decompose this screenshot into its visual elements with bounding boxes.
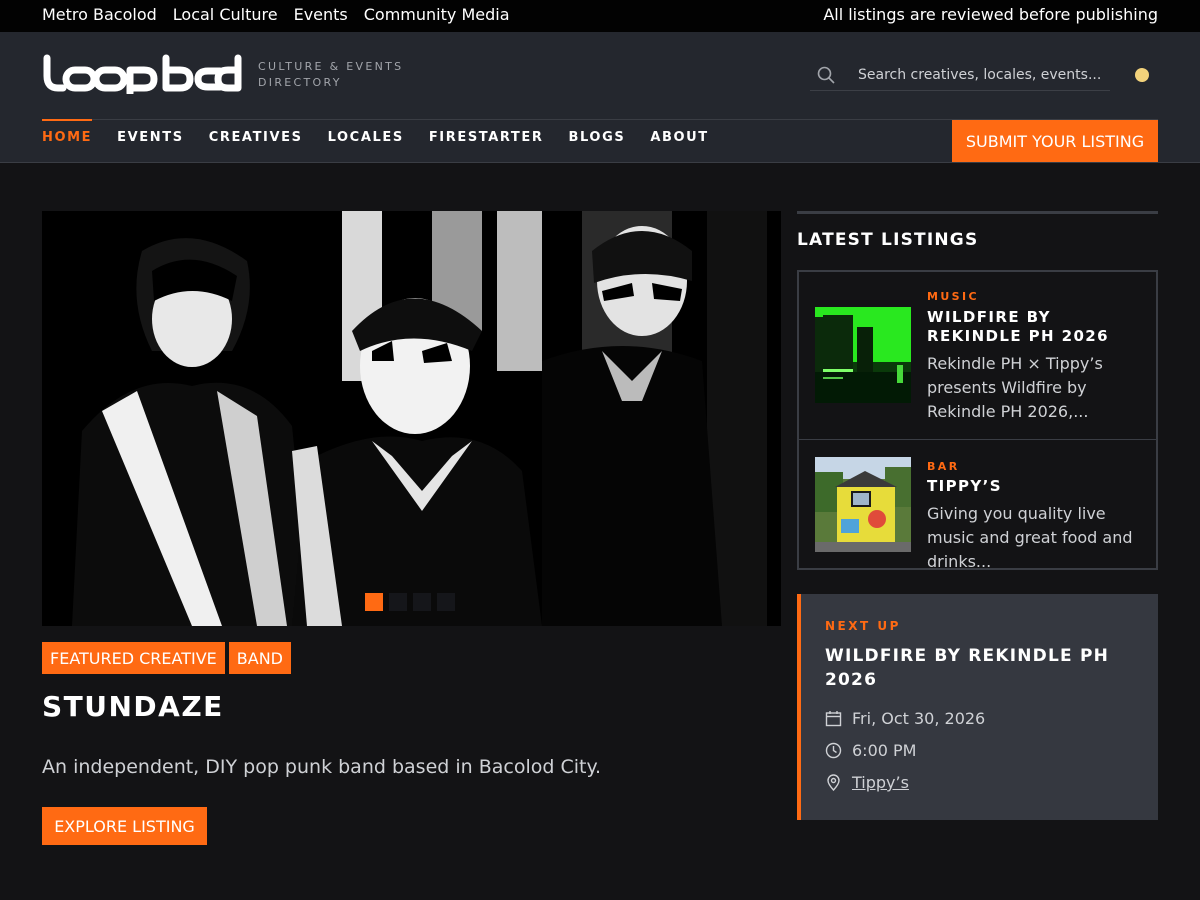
site-header: CULTURE & EVENTS DIRECTORY HOME EVENTS C… bbox=[0, 32, 1200, 163]
explore-listing-button[interactable]: EXPLORE LISTING bbox=[42, 807, 207, 845]
listing-item-tippys[interactable]: BAR TIPPY’S Giving you quality live musi… bbox=[799, 440, 1156, 571]
carousel-dot-4[interactable] bbox=[437, 593, 455, 611]
main-nav: HOME EVENTS CREATIVES LOCALES FIRESTARTE… bbox=[42, 119, 734, 162]
next-up-date: Fri, Oct 30, 2026 bbox=[825, 709, 985, 728]
top-link-local-culture[interactable]: Local Culture bbox=[173, 5, 278, 24]
submit-listing-button[interactable]: SUBMIT YOUR LISTING bbox=[952, 120, 1158, 162]
location-pin-icon bbox=[825, 774, 842, 791]
nav-item-creatives[interactable]: CREATIVES bbox=[209, 120, 303, 162]
search-bar[interactable] bbox=[810, 60, 1110, 91]
nav-item-blogs[interactable]: BLOGS bbox=[569, 120, 626, 162]
next-up-card: NEXT UP WILDFIRE BY REKINDLE PH 2026 Fri… bbox=[797, 594, 1158, 820]
carousel-indicators bbox=[365, 593, 455, 611]
next-up-title[interactable]: WILDFIRE BY REKINDLE PH 2026 bbox=[825, 644, 1145, 692]
band-badge[interactable]: BAND bbox=[228, 642, 291, 674]
next-up-time-text: 6:00 PM bbox=[852, 741, 917, 760]
next-up-date-text: Fri, Oct 30, 2026 bbox=[852, 709, 986, 728]
next-up-venue: Tippy’s bbox=[825, 773, 909, 792]
theme-toggle-icon[interactable] bbox=[1135, 68, 1149, 82]
top-link-events[interactable]: Events bbox=[294, 5, 348, 24]
latest-listings-heading: LATEST LISTINGS bbox=[797, 230, 979, 250]
top-link-community-media[interactable]: Community Media bbox=[364, 5, 510, 24]
featured-carousel[interactable] bbox=[42, 211, 781, 626]
featured-title: STUNDAZE bbox=[42, 690, 224, 723]
search-input[interactable] bbox=[858, 64, 1103, 86]
listing-item-wildfire[interactable]: MUSIC WILDFIRE BY REKINDLE PH 2026 Rekin… bbox=[799, 272, 1156, 440]
review-notice: All listings are reviewed before publish… bbox=[823, 5, 1158, 24]
nav-item-events[interactable]: EVENTS bbox=[117, 120, 184, 162]
site-tagline: CULTURE & EVENTS DIRECTORY bbox=[258, 60, 404, 89]
search-icon[interactable] bbox=[817, 66, 835, 88]
carousel-dot-2[interactable] bbox=[389, 593, 407, 611]
listing-thumbnail-wildfire bbox=[815, 307, 911, 403]
nav-item-firestarter[interactable]: FIRESTARTER bbox=[429, 120, 544, 162]
nav-item-locales[interactable]: LOCALES bbox=[328, 120, 404, 162]
listing-description: Rekindle PH × Tippy’s presents Wildfire … bbox=[927, 354, 1103, 421]
latest-listings-list: MUSIC WILDFIRE BY REKINDLE PH 2026 Rekin… bbox=[797, 270, 1158, 571]
next-up-label: NEXT UP bbox=[825, 619, 901, 633]
top-link-metro-bacolod[interactable]: Metro Bacolod bbox=[42, 5, 157, 24]
logo-wordmark bbox=[43, 54, 242, 97]
next-up-time: 6:00 PM bbox=[825, 741, 916, 760]
calendar-icon bbox=[825, 710, 842, 727]
next-up-venue-link[interactable]: Tippy’s bbox=[852, 773, 909, 792]
latest-divider bbox=[797, 211, 1158, 214]
featured-description: An independent, DIY pop punk band based … bbox=[42, 756, 602, 778]
listing-title[interactable]: WILDFIRE BY REKINDLE PH 2026 bbox=[927, 308, 1147, 346]
listing-category: BAR bbox=[927, 460, 960, 473]
nav-item-home[interactable]: HOME bbox=[42, 119, 93, 162]
listing-category: MUSIC bbox=[927, 290, 979, 303]
site-logo[interactable] bbox=[42, 54, 244, 98]
featured-tags: FEATURED CREATIVE BAND bbox=[42, 642, 291, 674]
featured-creative-badge[interactable]: FEATURED CREATIVE bbox=[42, 642, 225, 674]
top-utility-bar: Metro Bacolod Local Culture Events Commu… bbox=[0, 0, 1200, 32]
carousel-dot-1[interactable] bbox=[365, 593, 383, 611]
listing-title[interactable]: TIPPY’S bbox=[927, 477, 1147, 496]
featured-photo bbox=[42, 211, 781, 626]
carousel-dot-3[interactable] bbox=[413, 593, 431, 611]
top-links: Metro Bacolod Local Culture Events Commu… bbox=[42, 5, 510, 24]
nav-item-about[interactable]: ABOUT bbox=[650, 120, 708, 162]
listing-thumbnail-tippys bbox=[815, 457, 911, 552]
listing-description: Giving you quality live music and great … bbox=[927, 504, 1133, 571]
clock-icon bbox=[825, 742, 842, 759]
